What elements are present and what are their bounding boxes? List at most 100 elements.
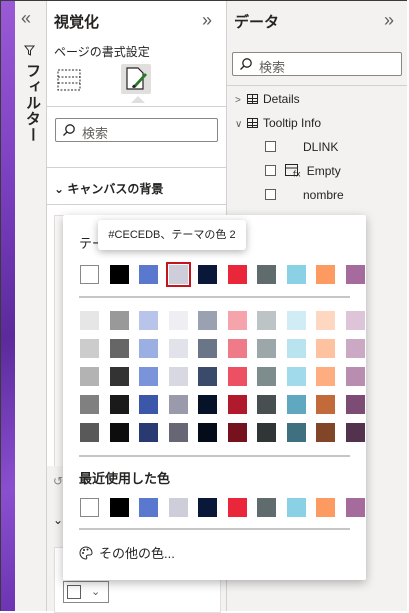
color-swatch[interactable]: [286, 498, 306, 517]
color-swatch[interactable]: [139, 339, 158, 358]
color-swatch[interactable]: [139, 395, 158, 414]
color-swatch[interactable]: [345, 339, 365, 358]
canvas-background-section[interactable]: ⌄ キャンバスの背景: [54, 180, 163, 197]
color-swatch[interactable]: [109, 498, 129, 517]
color-swatch[interactable]: [345, 423, 365, 442]
color-swatch[interactable]: [345, 395, 365, 414]
color-swatch[interactable]: [316, 367, 335, 386]
color-swatch[interactable]: [198, 339, 217, 358]
color-swatch[interactable]: [80, 339, 99, 358]
filter-pane-collapsed[interactable]: « フィルター: [15, 1, 47, 611]
color-swatch[interactable]: [109, 367, 129, 386]
color-swatch[interactable]: [316, 339, 335, 358]
color-picker-popup: テー 最近使用した色 その他の色...: [63, 215, 366, 580]
expand-chevron-icon[interactable]: »: [384, 11, 394, 29]
format-page-tab[interactable]: [121, 64, 151, 94]
color-swatch[interactable]: [168, 423, 188, 442]
color-swatch[interactable]: [139, 367, 158, 386]
divider: [227, 85, 407, 86]
field-checkbox[interactable]: [265, 141, 276, 152]
color-swatch[interactable]: [316, 265, 335, 284]
color-swatch[interactable]: [139, 311, 158, 330]
color-swatch[interactable]: [316, 311, 335, 330]
color-swatch[interactable]: [316, 498, 335, 517]
more-colors-button[interactable]: その他の色...: [79, 543, 175, 562]
color-swatch[interactable]: [257, 311, 276, 330]
expand-chevron-icon[interactable]: »: [202, 11, 212, 29]
color-swatch[interactable]: [198, 265, 217, 284]
color-swatch[interactable]: [227, 395, 247, 414]
build-visual-tab-icon[interactable]: [57, 67, 81, 93]
color-swatch[interactable]: [80, 395, 99, 414]
color-swatch[interactable]: [139, 423, 158, 442]
color-swatch[interactable]: [198, 498, 217, 517]
color-swatch[interactable]: [286, 395, 306, 414]
color-swatch[interactable]: [80, 367, 99, 386]
color-swatch[interactable]: [345, 498, 365, 517]
color-swatch[interactable]: [80, 423, 99, 442]
color-swatch[interactable]: [257, 367, 276, 386]
color-swatch[interactable]: [109, 311, 129, 330]
table-details[interactable]: > Details: [235, 90, 300, 108]
color-swatch[interactable]: [257, 423, 276, 442]
color-swatch[interactable]: [227, 367, 247, 386]
color-swatch[interactable]: [109, 395, 129, 414]
field-dlink[interactable]: DLINK: [265, 138, 338, 156]
color-swatch[interactable]: [257, 395, 276, 414]
color-swatch[interactable]: [168, 395, 188, 414]
viz-search-input[interactable]: 検索: [55, 118, 218, 142]
color-swatch[interactable]: [109, 339, 129, 358]
color-swatch[interactable]: [345, 265, 365, 284]
color-swatch[interactable]: [168, 498, 188, 517]
field-checkbox[interactable]: [265, 165, 276, 176]
color-swatch[interactable]: [286, 311, 306, 330]
filter-pane-label: フィルター: [24, 63, 41, 143]
color-swatch[interactable]: [80, 311, 99, 330]
color-swatch[interactable]: [227, 265, 247, 284]
color-swatch[interactable]: [168, 339, 188, 358]
color-swatch[interactable]: [257, 265, 276, 284]
color-swatch[interactable]: [198, 367, 217, 386]
field-checkbox[interactable]: [265, 189, 276, 200]
color-swatch[interactable]: [139, 498, 158, 517]
color-swatch[interactable]: [286, 423, 306, 442]
color-swatch[interactable]: [198, 423, 217, 442]
color-swatch[interactable]: [80, 265, 99, 284]
collapse-chevron-icon[interactable]: «: [21, 9, 31, 27]
color-swatch[interactable]: [257, 339, 276, 358]
color-swatch[interactable]: [109, 423, 129, 442]
field-empty[interactable]: fx Empty: [265, 162, 341, 180]
report-canvas-edge: [1, 1, 15, 611]
color-swatch[interactable]: [168, 311, 188, 330]
color-swatch[interactable]: [139, 265, 158, 284]
search-placeholder: 検索: [259, 60, 286, 75]
color-swatch[interactable]: [286, 339, 306, 358]
color-dropdown[interactable]: ⌄: [63, 581, 109, 603]
color-swatch[interactable]: [257, 498, 276, 517]
table-icon: [247, 118, 258, 128]
color-swatch[interactable]: [109, 265, 129, 284]
color-swatch[interactable]: [198, 311, 217, 330]
color-swatch[interactable]: [316, 395, 335, 414]
color-swatch[interactable]: [198, 395, 217, 414]
color-swatch[interactable]: [227, 311, 247, 330]
chevron-down-icon: ⌄: [54, 182, 65, 196]
color-swatch[interactable]: [227, 423, 247, 442]
collapsed-section-chevron-icon[interactable]: ⌄: [53, 513, 63, 527]
color-swatch[interactable]: [165, 262, 191, 287]
reset-icon[interactable]: ↺: [53, 474, 63, 488]
color-swatch[interactable]: [168, 367, 188, 386]
table-tooltip-info[interactable]: ∨ Tooltip Info: [235, 114, 321, 132]
field-nombre[interactable]: nombre: [265, 186, 344, 204]
color-swatch[interactable]: [286, 265, 306, 284]
svg-text:fx: fx: [293, 170, 301, 178]
color-swatch[interactable]: [80, 498, 99, 517]
color-swatch[interactable]: [227, 498, 247, 517]
color-swatch[interactable]: [227, 339, 247, 358]
data-search-input[interactable]: 検索: [232, 52, 402, 76]
color-swatch[interactable]: [316, 423, 335, 442]
color-swatch[interactable]: [345, 311, 365, 330]
field-label: nombre: [303, 188, 344, 202]
color-swatch[interactable]: [345, 367, 365, 386]
color-swatch[interactable]: [286, 367, 306, 386]
